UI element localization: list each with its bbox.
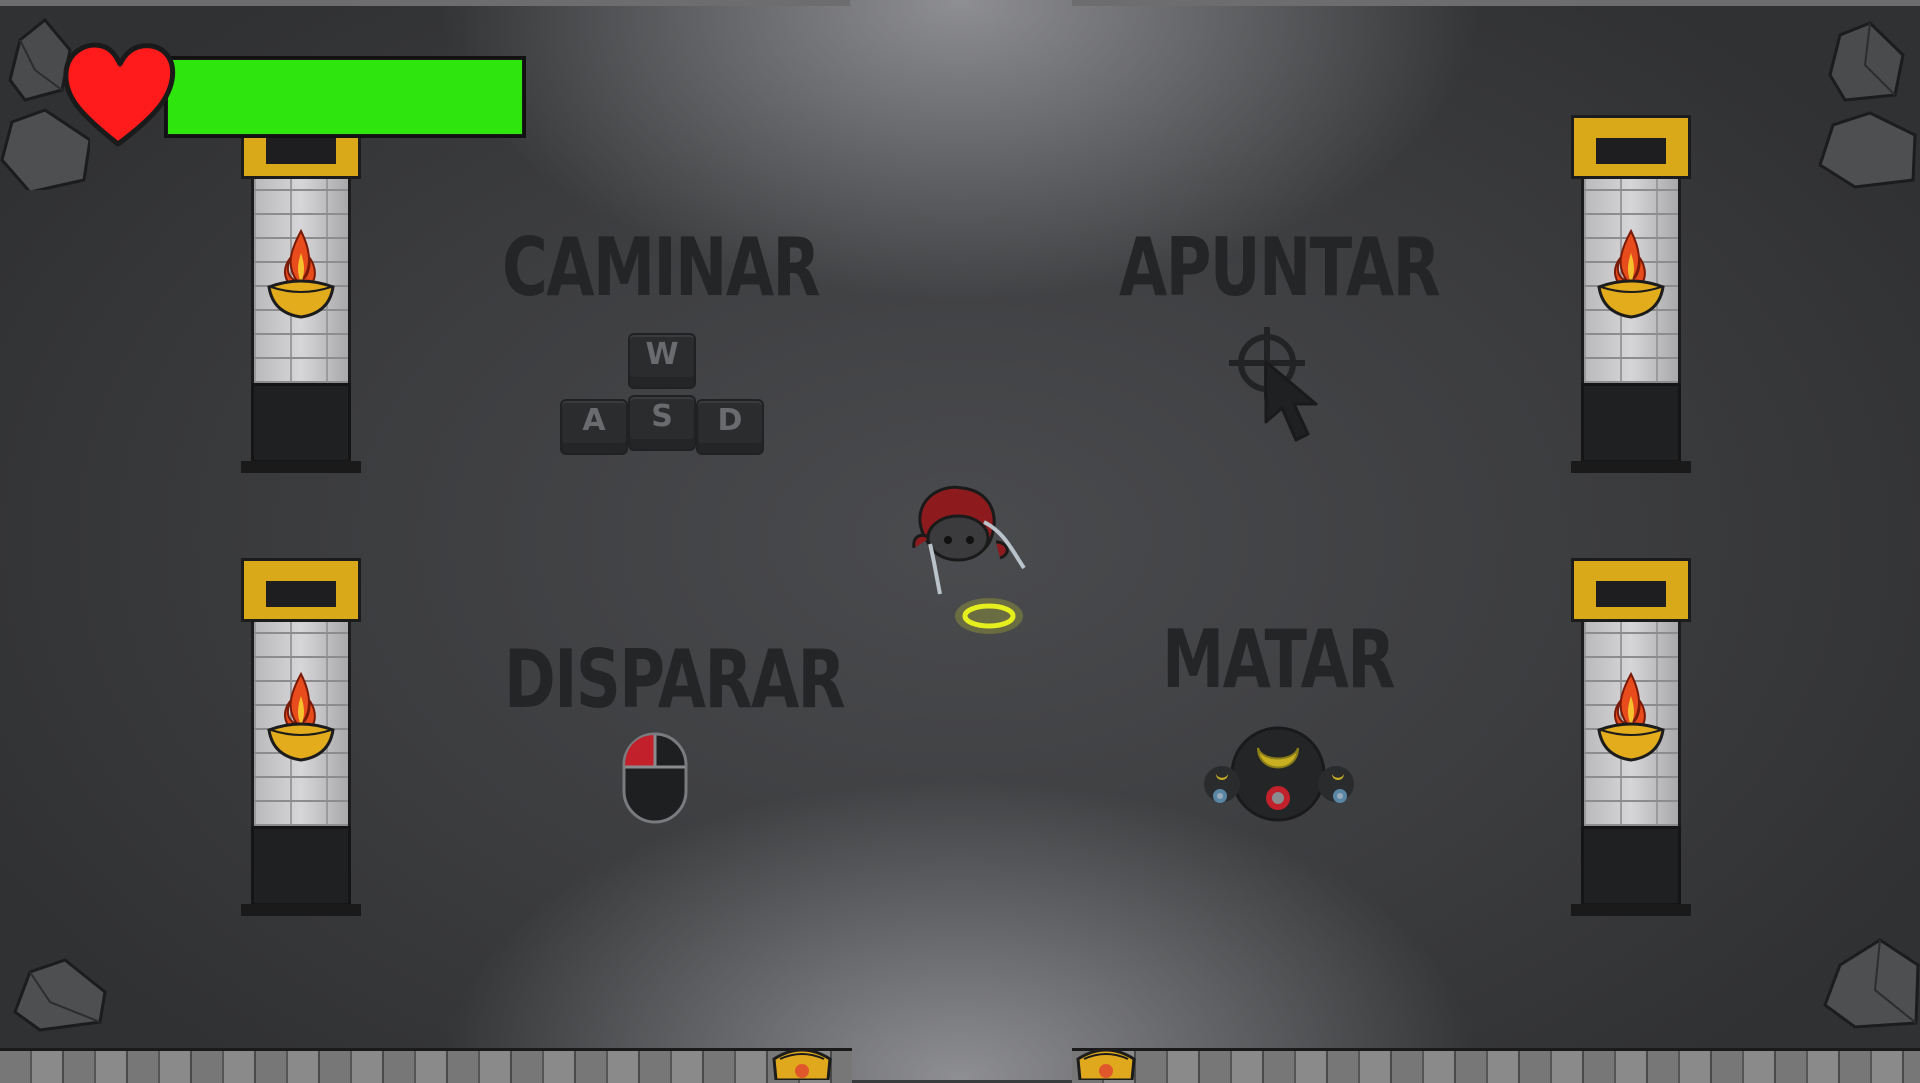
rock-top-right-icon xyxy=(1818,21,1917,189)
brazier-fire-icon xyxy=(1597,229,1665,319)
cursor-icon xyxy=(1264,360,1318,442)
pillar-cap xyxy=(1571,558,1691,622)
top-wall-left xyxy=(0,0,850,6)
health-hud xyxy=(60,40,526,150)
player-character xyxy=(912,485,1026,595)
bottom-brazier-left-icon xyxy=(772,1048,832,1080)
health-bar-fill xyxy=(168,60,522,134)
pillar-bottom-right xyxy=(1571,558,1691,916)
pillar-top-left xyxy=(241,115,361,473)
pillar-top-right xyxy=(1571,115,1691,473)
pillar-base xyxy=(1581,383,1681,463)
game-scene: CAMINAR W A S D APUNTAR DISPARAR MATAR xyxy=(0,0,1920,1083)
pillar-cap xyxy=(241,558,361,622)
key-s: S xyxy=(628,395,696,451)
key-a: A xyxy=(560,399,628,455)
shoot-label: DISPARAR xyxy=(504,633,846,726)
top-wall-right xyxy=(1072,0,1920,6)
heart-icon xyxy=(63,42,176,147)
key-w: W xyxy=(628,333,696,389)
brazier-fire-icon xyxy=(267,229,335,319)
aim-label: APUNTAR xyxy=(1119,221,1441,314)
brazier-fire-icon xyxy=(267,672,335,762)
pillar-base xyxy=(251,826,351,906)
pillar-cap xyxy=(1571,115,1691,179)
key-d: D xyxy=(696,399,764,455)
bottom-brazier-right-icon xyxy=(1076,1048,1136,1080)
bottom-wall-left xyxy=(0,1048,852,1083)
pillar-base xyxy=(251,383,351,463)
halo-icon xyxy=(955,598,1023,634)
pillar-bottom-left xyxy=(241,558,361,916)
wasd-keys: W A S D xyxy=(560,333,766,455)
walk-label: CAMINAR xyxy=(502,221,821,314)
mouse-left-click-icon xyxy=(622,732,688,824)
bottom-wall-right xyxy=(1072,1048,1920,1083)
rock-bottom-left-icon xyxy=(13,958,107,1032)
kill-label: MATAR xyxy=(1162,613,1395,706)
enemy-icon xyxy=(1204,726,1354,822)
rock-bottom-right-icon xyxy=(1823,938,1920,1029)
pillar-base xyxy=(1581,826,1681,906)
brazier-fire-icon xyxy=(1597,672,1665,762)
